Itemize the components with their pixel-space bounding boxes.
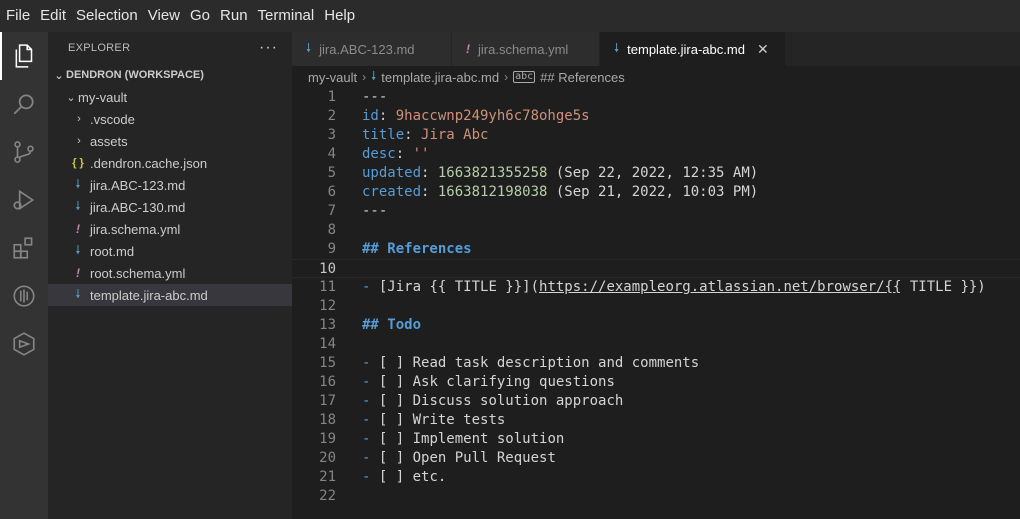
folder-label: .vscode bbox=[90, 111, 135, 127]
file-template-jira-abc[interactable]: 🠗 template.jira-abc.md bbox=[48, 284, 292, 306]
menu-run[interactable]: Run bbox=[216, 0, 252, 32]
chevron-right-icon: › bbox=[77, 113, 81, 125]
code-line: 2 id: 9haccwnp249yh6c78ohge5s bbox=[327, 108, 590, 124]
markdown-file-icon: 🠗 bbox=[614, 40, 620, 55]
dendron-icon[interactable] bbox=[0, 320, 48, 368]
code-line: 7 --- bbox=[327, 203, 388, 219]
tab-label: template.jira-abc.md bbox=[627, 41, 745, 57]
markdown-file-icon: 🠗 bbox=[371, 68, 377, 83]
code-line: 20- [ ] Open Pull Request bbox=[319, 450, 556, 466]
file-label: jira.ABC-130.md bbox=[90, 199, 186, 215]
folder-label: assets bbox=[90, 133, 128, 149]
code-line: 13 ## Todo bbox=[319, 317, 422, 333]
file-root-schema-yml[interactable]: ! root.schema.yml bbox=[48, 262, 292, 284]
code-line: 17- [ ] Discuss solution approach bbox=[319, 393, 624, 409]
chevron-right-icon: › bbox=[362, 70, 367, 84]
tab-label: jira.schema.yml bbox=[478, 41, 569, 57]
extensions-icon[interactable] bbox=[0, 224, 48, 272]
breadcrumb-vault[interactable]: my-vault bbox=[308, 70, 357, 85]
run-debug-icon[interactable] bbox=[0, 176, 48, 224]
explorer-sidebar: EXPLORER ··· ⌄ DENDRON (WORKSPACE) ⌄ my-… bbox=[48, 32, 292, 519]
menu-view[interactable]: View bbox=[144, 0, 184, 32]
file-label: .dendron.cache.json bbox=[90, 155, 208, 171]
markdown-file-icon: 🠗 bbox=[75, 242, 81, 257]
menu-go[interactable]: Go bbox=[186, 0, 214, 32]
tab-label: jira.ABC-123.md bbox=[319, 41, 415, 57]
symbol-string-icon: abc bbox=[513, 71, 536, 83]
code-line-current: 10 bbox=[292, 259, 1020, 278]
code-line: 14 bbox=[319, 336, 336, 352]
file-root-md[interactable]: 🠗 root.md bbox=[48, 240, 292, 262]
menu-terminal[interactable]: Terminal bbox=[254, 0, 319, 32]
yaml-file-icon: ! bbox=[76, 222, 80, 236]
markdown-file-icon: 🠗 bbox=[306, 40, 312, 55]
code-line: 18- [ ] Write tests bbox=[319, 412, 506, 428]
menu-help[interactable]: Help bbox=[320, 0, 359, 32]
chevron-right-icon: › bbox=[77, 135, 81, 147]
search-icon[interactable] bbox=[0, 80, 48, 128]
file-jira-schema-yml[interactable]: ! jira.schema.yml bbox=[48, 218, 292, 240]
explorer-header: EXPLORER ··· bbox=[48, 32, 292, 64]
menu-selection[interactable]: Selection bbox=[72, 0, 142, 32]
code-line: 12 bbox=[319, 298, 336, 314]
workspace-label: DENDRON (WORKSPACE) bbox=[66, 69, 204, 81]
code-line: 21- [ ] etc. bbox=[319, 469, 447, 485]
file-jira-abc-123[interactable]: 🠗 jira.ABC-123.md bbox=[48, 174, 292, 196]
folder-my-vault[interactable]: ⌄ my-vault bbox=[48, 86, 292, 108]
editor-tabs: 🠗 jira.ABC-123.md ! jira.schema.yml 🠗 te… bbox=[292, 32, 1020, 66]
explorer-icon[interactable] bbox=[0, 32, 48, 80]
markdown-file-icon: 🠗 bbox=[75, 176, 81, 191]
yaml-file-icon: ! bbox=[76, 266, 80, 280]
file-dendron-cache-json[interactable]: { } .dendron.cache.json bbox=[48, 152, 292, 174]
code-line: 15- [ ] Read task description and commen… bbox=[319, 355, 700, 371]
docker-icon[interactable] bbox=[0, 272, 48, 320]
chevron-down-icon: ⌄ bbox=[66, 91, 76, 104]
tab-template-jira-abc[interactable]: 🠗 template.jira-abc.md ✕ bbox=[600, 32, 786, 66]
source-control-icon[interactable] bbox=[0, 128, 48, 176]
code-line: 1 --- bbox=[327, 89, 388, 105]
menu-file[interactable]: File bbox=[2, 0, 34, 32]
menu-edit[interactable]: Edit bbox=[36, 0, 70, 32]
folder-assets[interactable]: › assets bbox=[48, 130, 292, 152]
json-file-icon: { } bbox=[72, 157, 84, 169]
file-label: template.jira-abc.md bbox=[90, 287, 208, 303]
file-jira-abc-130[interactable]: 🠗 jira.ABC-130.md bbox=[48, 196, 292, 218]
code-line: 19- [ ] Implement solution bbox=[319, 431, 565, 447]
folder-vscode[interactable]: › .vscode bbox=[48, 108, 292, 130]
breadcrumb-file[interactable]: template.jira-abc.md bbox=[381, 70, 499, 85]
file-label: root.md bbox=[90, 243, 135, 259]
markdown-file-icon: 🠗 bbox=[75, 198, 81, 213]
close-icon[interactable]: ✕ bbox=[757, 41, 769, 58]
code-line: 6 created: 1663812198038 (Sep 21, 2022, 1… bbox=[327, 184, 759, 200]
menu-bar: File Edit Selection View Go Run Terminal… bbox=[0, 0, 1020, 32]
markdown-file-icon: 🠗 bbox=[75, 286, 81, 301]
folder-label: my-vault bbox=[78, 89, 128, 105]
code-line: 3 title: Jira Abc bbox=[327, 127, 489, 143]
code-line: 22 bbox=[319, 488, 336, 504]
link-url[interactable]: https://exampleorg.atlassian.net/browser… bbox=[539, 279, 901, 295]
file-label: jira.ABC-123.md bbox=[90, 177, 186, 193]
more-actions-icon[interactable]: ··· bbox=[259, 39, 278, 57]
tab-jira-schema-yml[interactable]: ! jira.schema.yml bbox=[452, 32, 600, 66]
file-label: jira.schema.yml bbox=[90, 221, 181, 237]
code-line: 4 desc: '' bbox=[327, 146, 430, 162]
chevron-down-icon: ⌄ bbox=[54, 69, 64, 82]
code-line: 9 ## References bbox=[327, 241, 472, 257]
yaml-file-icon: ! bbox=[466, 42, 470, 56]
code-line: 11- [Jira {{ TITLE }}](https://exampleor… bbox=[319, 279, 986, 295]
explorer-title: EXPLORER bbox=[68, 42, 131, 54]
code-editor[interactable]: 1 --- 2 id: 9haccwnp249yh6c78ohge5s 3 title… bbox=[292, 88, 1020, 519]
tab-jira-abc-123[interactable]: 🠗 jira.ABC-123.md bbox=[292, 32, 452, 66]
workspace-root[interactable]: ⌄ DENDRON (WORKSPACE) bbox=[48, 64, 292, 86]
code-line: 16- [ ] Ask clarifying questions bbox=[319, 374, 615, 390]
code-line: 5 updated: 1663821355258 (Sep 22, 2022, 1… bbox=[327, 165, 759, 181]
activity-bar bbox=[0, 32, 48, 519]
chevron-right-icon: › bbox=[504, 70, 509, 84]
file-label: root.schema.yml bbox=[90, 265, 186, 281]
code-line: 8 bbox=[327, 222, 336, 238]
breadcrumb: my-vault › 🠗 template.jira-abc.md › abc … bbox=[292, 66, 1020, 88]
breadcrumb-symbol[interactable]: ## References bbox=[540, 70, 625, 85]
